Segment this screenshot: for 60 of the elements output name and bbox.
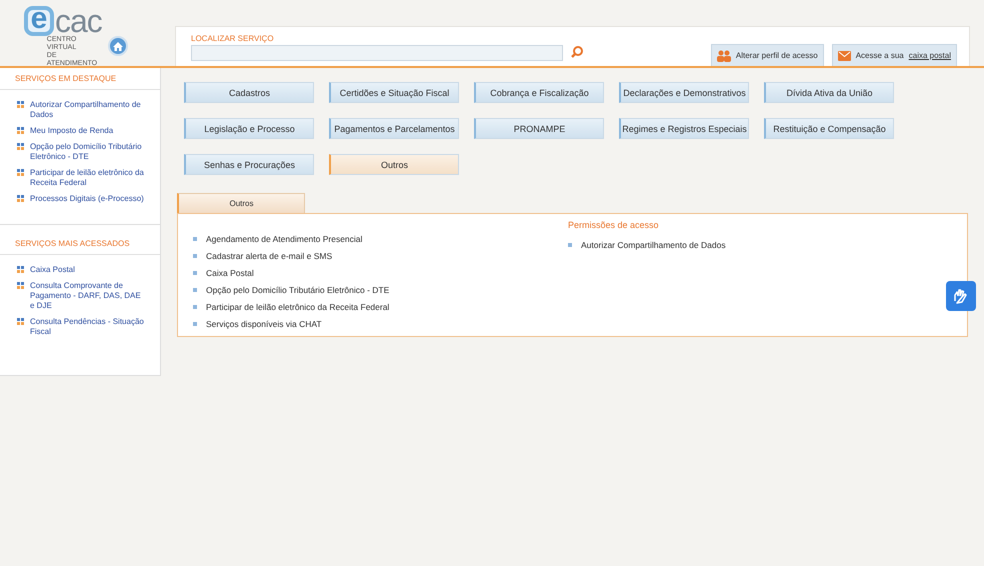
category-button[interactable]: Outros bbox=[329, 154, 459, 175]
squares-icon bbox=[17, 127, 24, 134]
category-button[interactable]: Pagamentos e Parcelamentos bbox=[329, 118, 459, 139]
sidebar-link[interactable]: Autorizar Compartilhamento de Dados bbox=[30, 100, 145, 120]
service-link[interactable]: Serviços disponíveis via CHAT bbox=[206, 317, 322, 331]
sidebar-link[interactable]: Caixa Postal bbox=[30, 265, 75, 275]
service-link[interactable]: Cadastrar alerta de e-mail e SMS bbox=[206, 249, 332, 263]
profile-button[interactable]: Alterar perfil de acesso bbox=[710, 44, 824, 66]
category-button[interactable]: Senhas e Procurações bbox=[184, 154, 314, 175]
category-button[interactable]: Restituição e Compensação bbox=[764, 118, 894, 139]
mailbox-link[interactable]: caixa postal bbox=[908, 51, 951, 60]
category-button[interactable]: Legislação e Processo bbox=[184, 118, 314, 139]
sidebar-link[interactable]: Consulta Comprovante de Pagamento - DARF, DAS, DAE e DJE bbox=[30, 281, 145, 311]
category-button[interactable]: Regimes e Registros Especiais bbox=[619, 118, 749, 139]
service-link[interactable]: Caixa Postal bbox=[206, 266, 254, 280]
button-label: Acesse a sua bbox=[856, 51, 904, 60]
bullet-icon bbox=[193, 305, 197, 309]
category-button[interactable]: Cadastros bbox=[184, 82, 314, 103]
category-button[interactable]: Dívida Ativa da União bbox=[764, 82, 894, 103]
section-title: SERVIÇOS EM DESTAQUE bbox=[0, 68, 160, 90]
envelope-icon bbox=[838, 50, 851, 60]
mailbox-button[interactable]: Acesse a sua caixa postal bbox=[832, 44, 957, 66]
service-link[interactable]: Participar de leilão eletrônico da Receita Federal bbox=[206, 300, 390, 314]
service-link[interactable]: Autorizar Compartilhamento de Dados bbox=[581, 238, 726, 252]
permissions-title: Permissões de acesso bbox=[568, 220, 660, 230]
sidebar-link[interactable]: Consulta Pendências - Situação Fiscal bbox=[30, 317, 145, 337]
category-button[interactable]: Certidões e Situação Fiscal bbox=[329, 82, 459, 103]
people-icon bbox=[716, 50, 731, 62]
logo-text: cac bbox=[55, 6, 102, 36]
bullet-icon bbox=[193, 288, 197, 292]
section-title: SERVIÇOS MAIS ACESSADOS bbox=[0, 233, 160, 255]
squares-icon bbox=[17, 318, 24, 325]
home-button[interactable] bbox=[108, 36, 128, 56]
sidebar-link[interactable]: Opção pelo Domicílio Tributário Eletrônico - DTE bbox=[30, 142, 145, 162]
panel-tab[interactable]: Outros bbox=[177, 193, 305, 213]
bullet-icon bbox=[193, 254, 197, 258]
category-button[interactable]: Declarações e Demonstrativos bbox=[619, 82, 749, 103]
logo-mark: e bbox=[24, 6, 54, 36]
bullet-icon bbox=[568, 243, 572, 247]
service-link[interactable]: Agendamento de Atendimento Presencial bbox=[206, 232, 362, 246]
squares-icon bbox=[17, 101, 24, 108]
squares-icon bbox=[17, 143, 24, 150]
sidebar-link[interactable]: Participar de leilão eletrônico da Receita Federal bbox=[30, 168, 145, 188]
squares-icon bbox=[17, 282, 24, 289]
search-field[interactable] bbox=[191, 45, 563, 61]
sidebar-link[interactable]: Meu Imposto de Renda bbox=[30, 126, 114, 136]
service-link[interactable]: Opção pelo Domicílio Tributário Eletrônico - DTE bbox=[206, 283, 390, 297]
search-icon bbox=[571, 46, 583, 58]
bullet-icon bbox=[193, 322, 197, 326]
search-label: LOCALIZAR SERVIÇO bbox=[191, 34, 275, 43]
accessibility-button[interactable] bbox=[946, 281, 976, 311]
squares-icon bbox=[17, 195, 24, 202]
squares-icon bbox=[17, 266, 24, 273]
bullet-icon bbox=[193, 237, 197, 241]
bullet-icon bbox=[193, 271, 197, 275]
category-button[interactable]: Cobrança e Fiscalização bbox=[474, 82, 604, 103]
sidebar-link[interactable]: Processos Digitais (e-Processo) bbox=[30, 194, 144, 204]
category-button[interactable]: PRONAMPE bbox=[474, 118, 604, 139]
home-icon bbox=[112, 42, 123, 50]
squares-icon bbox=[17, 169, 24, 176]
